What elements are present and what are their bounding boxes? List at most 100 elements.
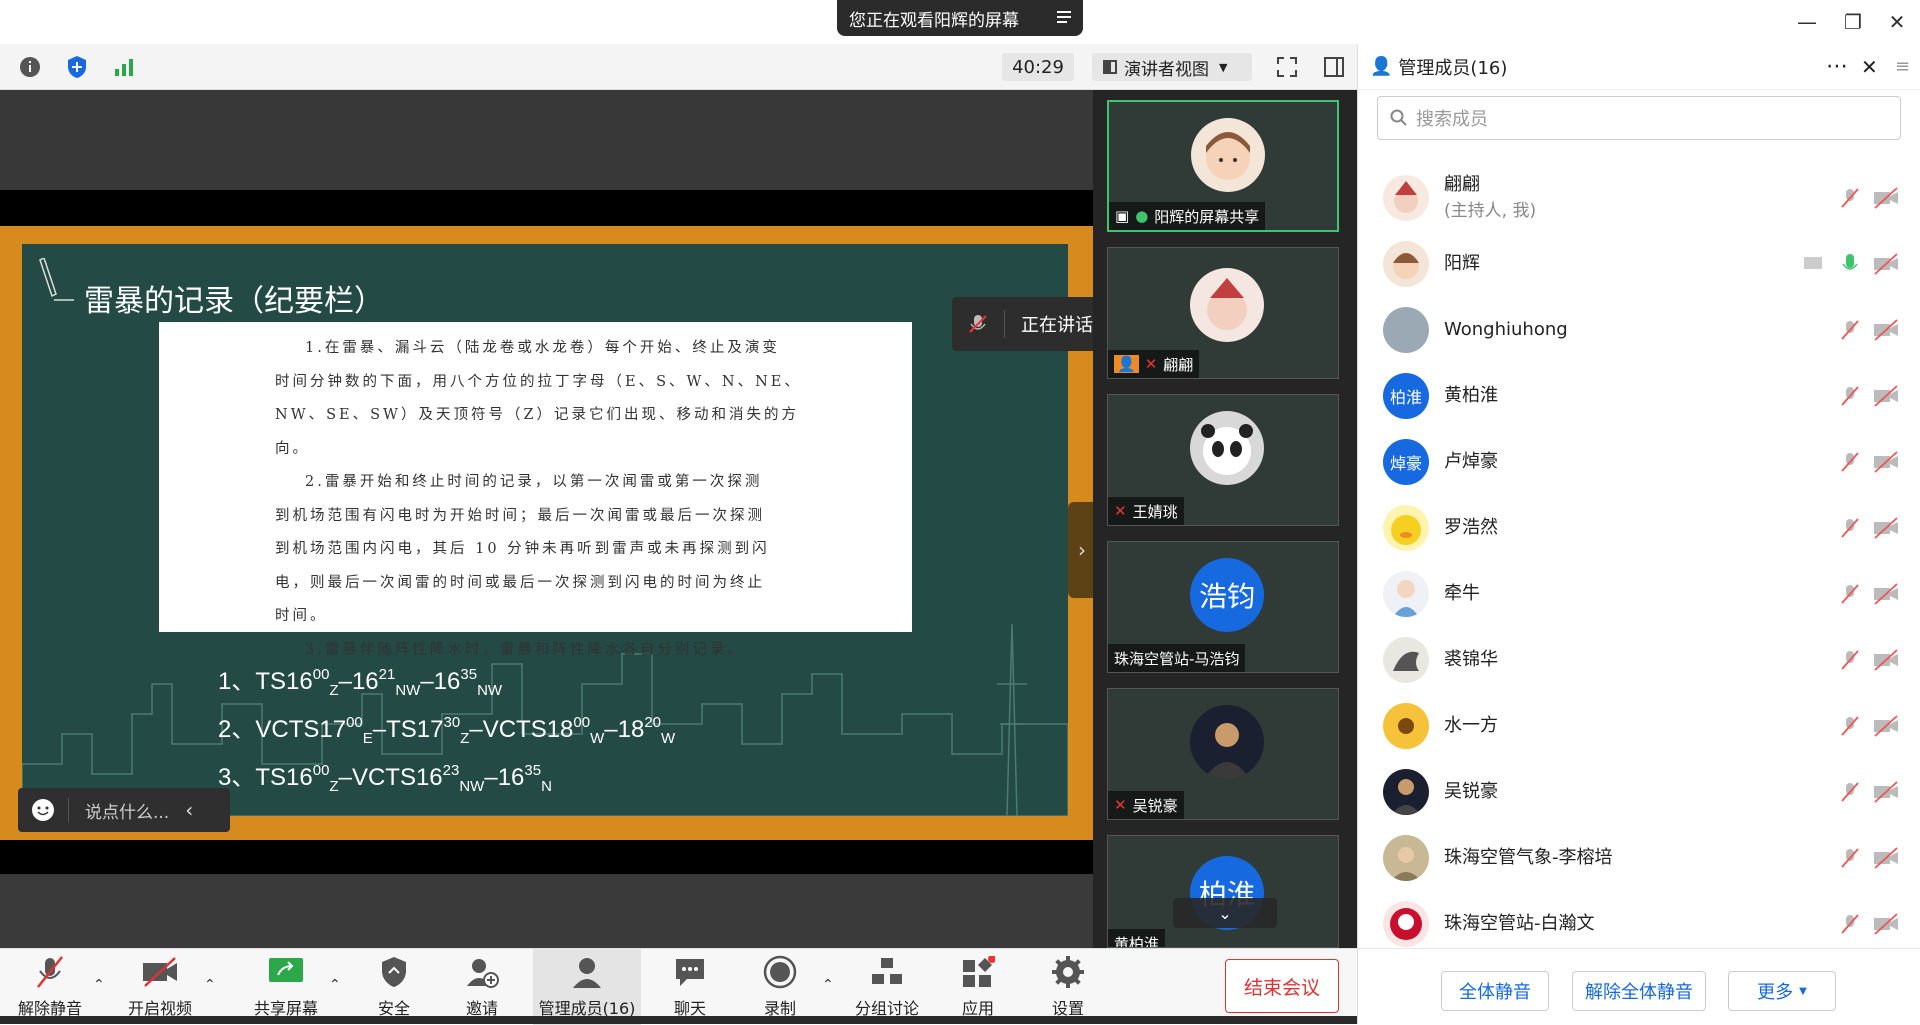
letterbox-bottom [0, 840, 1093, 874]
chevron-up-icon[interactable]: ⌃ [329, 977, 345, 993]
member-name: 珠海空管气象-李榕培 [1444, 847, 1613, 868]
mic-muted-icon[interactable] [1838, 318, 1862, 342]
invite-button[interactable]: 邀请 [456, 949, 508, 1025]
manage-members-button[interactable]: 管理成员(16) [533, 949, 641, 1025]
security-button[interactable]: 安全 [368, 949, 420, 1025]
emoji-icon[interactable] [30, 797, 56, 823]
mic-muted-icon[interactable] [1838, 450, 1862, 474]
member-row[interactable]: 翩翩 (主持人, 我) [1358, 165, 1920, 231]
member-row[interactable]: 阳辉 [1358, 231, 1920, 297]
record-button[interactable]: 录制 [754, 949, 806, 1025]
formula-sub: Z [329, 682, 339, 699]
video-off-icon[interactable] [1872, 714, 1900, 738]
mic-muted-icon[interactable] [1838, 186, 1862, 210]
unmute-button[interactable]: 解除静音 [10, 949, 90, 1025]
doc-line: 电，则最后一次闻雷的时间或最后一次探测到闪电的时间为终止 [275, 574, 765, 591]
video-off-icon[interactable] [1872, 318, 1900, 342]
mic-muted-icon: ✕ [1114, 796, 1127, 814]
formula-text: –TS17 [372, 716, 444, 743]
mic-muted-icon[interactable] [1838, 846, 1862, 870]
person-icon: 👤 [1370, 56, 1393, 77]
chat-input-bar[interactable]: 说点什么... ‹ [18, 788, 230, 832]
video-off-icon[interactable] [1872, 384, 1900, 408]
member-row[interactable]: Wonghiuhong [1358, 297, 1920, 363]
fullscreen-icon[interactable] [1273, 53, 1301, 81]
member-row[interactable]: 裘锦华 [1358, 627, 1920, 693]
doc-line: 1.在雷暴、漏斗云（陆龙卷或水龙卷）每个开始、终止及演变 [305, 340, 780, 356]
member-role: (主持人, 我) [1444, 201, 1537, 221]
video-off-icon[interactable] [1872, 912, 1900, 936]
mic-muted-icon[interactable] [1838, 384, 1862, 408]
member-row[interactable]: 罗浩然 [1358, 495, 1920, 561]
chat-button[interactable]: 聊天 [664, 949, 716, 1025]
chevron-left-icon[interactable]: ‹ [185, 798, 193, 822]
video-tile[interactable]: ▣ ● 阳辉的屏幕共享 [1107, 100, 1339, 232]
view-mode-dropdown[interactable]: 演讲者视图 ▼ [1092, 53, 1252, 81]
chevron-up-icon[interactable]: ⌃ [204, 977, 220, 993]
video-off-icon[interactable] [1872, 846, 1900, 870]
video-off-icon[interactable] [1872, 648, 1900, 672]
mute-all-button[interactable]: 全体静音 [1441, 971, 1549, 1011]
chevron-up-icon[interactable]: ⌃ [93, 977, 109, 993]
chevron-down-icon: ⌄ [1218, 903, 1232, 923]
share-screen-icon [266, 953, 306, 991]
divider [1004, 310, 1005, 338]
menu-icon[interactable] [1055, 8, 1073, 26]
search-members-input[interactable]: 搜索成员 [1377, 96, 1901, 140]
end-meeting-button[interactable]: 结束会议 [1225, 959, 1339, 1013]
member-row[interactable]: 牵牛 [1358, 561, 1920, 627]
signal-icon[interactable] [110, 53, 138, 81]
formula-sup: 30 [443, 714, 461, 731]
mic-on-icon[interactable] [1838, 252, 1862, 276]
share-banner[interactable]: 您正在观看阳辉的屏幕 [837, 0, 1083, 36]
more-options-icon[interactable]: ⋯ [1826, 54, 1848, 79]
close-icon[interactable]: ✕ [1861, 55, 1878, 79]
mic-muted-icon[interactable] [1838, 582, 1862, 606]
mic-muted-icon[interactable] [1838, 648, 1862, 672]
member-row[interactable]: 水一方 [1358, 693, 1920, 759]
panel-menu-icon[interactable]: ≡ [1895, 56, 1910, 77]
start-video-button[interactable]: 开启视频 [122, 949, 198, 1025]
more-dropdown-button[interactable]: 更多 ▼ [1728, 971, 1836, 1011]
restore-icon[interactable]: ❐ [1838, 8, 1868, 36]
shield-icon[interactable] [63, 53, 91, 81]
sidebar-toggle-icon[interactable] [1320, 53, 1348, 81]
member-row[interactable]: 焯豪 卢焯豪 [1358, 429, 1920, 495]
video-off-icon[interactable] [1872, 450, 1900, 474]
chat-placeholder[interactable]: 说点什么... [85, 798, 169, 823]
formula-sub: NW [395, 682, 421, 699]
doc-line: 2.雷暴开始和终止时间的记录，以第一次闻雷或第一次探测 [305, 474, 763, 490]
mic-muted-icon[interactable] [1838, 516, 1862, 540]
video-off-icon[interactable] [1872, 186, 1900, 210]
info-icon[interactable] [16, 53, 44, 81]
video-tile[interactable]: 浩钧 珠海空管站-马浩钧 [1107, 541, 1339, 673]
settings-button[interactable]: 设置 [1042, 949, 1094, 1025]
video-tile[interactable]: ✕ 吴锐豪 [1107, 688, 1339, 820]
mic-muted-icon[interactable] [1838, 714, 1862, 738]
video-tile[interactable]: 👤 ✕ 翩翩 [1107, 247, 1339, 379]
shield-icon [374, 953, 414, 991]
breakout-rooms-button[interactable]: 分组讨论 [850, 949, 924, 1025]
video-off-icon[interactable] [1872, 516, 1900, 540]
chevron-up-icon[interactable]: ⌃ [822, 977, 838, 993]
video-off-icon[interactable] [1872, 780, 1900, 804]
participant-name: 吴锐豪 [1132, 796, 1178, 815]
more-label: 更多 [1757, 982, 1794, 1003]
share-screen-button[interactable]: 共享屏幕 [246, 949, 326, 1025]
minimize-icon[interactable]: — [1792, 8, 1822, 36]
unmute-all-button[interactable]: 解除全体静音 [1572, 971, 1706, 1011]
video-tile[interactable]: ✕ 王婧珧 [1107, 394, 1339, 526]
member-row[interactable]: 珠海空管气象-李榕培 [1358, 825, 1920, 891]
video-off-icon[interactable] [1872, 252, 1900, 276]
mic-muted-icon[interactable] [1838, 912, 1862, 936]
scroll-down-button[interactable]: ⌄ [1173, 898, 1277, 928]
mic-muted-icon[interactable] [1838, 780, 1862, 804]
member-row[interactable]: 柏淮 黄柏淮 [1358, 363, 1920, 429]
apps-button[interactable]: 应用 [952, 949, 1004, 1025]
video-off-icon[interactable] [1872, 582, 1900, 606]
avatar [1383, 307, 1429, 353]
member-row[interactable]: 吴锐豪 [1358, 759, 1920, 825]
close-window-icon[interactable]: ✕ [1882, 8, 1912, 36]
collapse-handle[interactable]: › [1068, 502, 1096, 598]
video-tile[interactable]: 柏淮 黄柏淮 [1107, 835, 1339, 948]
